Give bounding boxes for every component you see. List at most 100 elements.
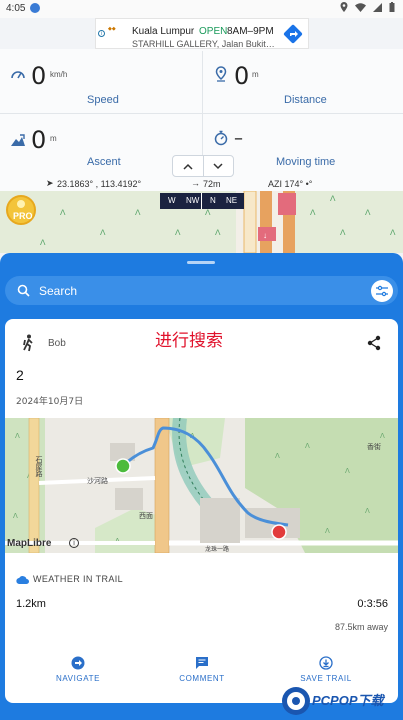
ad-title: Kuala Lumpur xyxy=(132,26,195,37)
moving-time-label: Moving time xyxy=(276,156,336,168)
gps-arrow-icon: ➤ xyxy=(46,178,54,188)
ad-address: STARHILL GALLERY, Jalan Bukit… xyxy=(132,39,275,49)
save-trail-label: SAVE TRAIL xyxy=(300,674,352,683)
svg-text:ᐱ: ᐱ xyxy=(205,208,211,217)
collapse-up-button[interactable] xyxy=(173,156,203,176)
azimuth-text: AZI 174° •° xyxy=(268,179,313,189)
expand-down-button[interactable] xyxy=(202,156,234,176)
distance-arrow-icon: → xyxy=(191,178,200,188)
search-placeholder: Search xyxy=(39,284,78,298)
speed-label: Speed xyxy=(87,94,119,106)
weather-label[interactable]: WEATHER IN TRAIL xyxy=(33,574,123,584)
svg-text:ᐱ: ᐱ xyxy=(325,528,330,535)
svg-text:ᐱ: ᐱ xyxy=(340,228,346,237)
search-bar[interactable]: Search xyxy=(5,276,398,305)
svg-text:ᐱ: ᐱ xyxy=(40,238,46,247)
map-label-ximian: 西面 xyxy=(139,513,153,520)
map-label-shiwu-road: 石屋路 xyxy=(35,456,42,477)
compass-heading-n: N xyxy=(210,196,216,205)
filter-sliders-icon xyxy=(376,285,388,297)
trail-name: 2 xyxy=(16,367,24,383)
map-label-xiangjie: 香街 xyxy=(367,444,381,451)
cloud-icon xyxy=(16,576,29,584)
distance-label: Distance xyxy=(284,94,327,106)
comment-button[interactable]: COMMENT xyxy=(174,656,230,686)
sun-icon xyxy=(17,200,25,208)
sheet-drag-handle[interactable] xyxy=(187,261,215,264)
status-bar: 4:05 xyxy=(0,0,403,18)
share-icon[interactable] xyxy=(367,335,381,351)
svg-text:ᐱ: ᐱ xyxy=(310,208,316,217)
app-notification-icon xyxy=(30,3,40,13)
svg-text:↓: ↓ xyxy=(263,231,267,240)
comment-label: COMMENT xyxy=(179,674,225,683)
trail-map-canvas: ᐱᐱᐱ ᐱᐱᐱ ᐱᐱᐱ ᐱᐱ xyxy=(5,418,398,553)
svg-text:ᐱ: ᐱ xyxy=(13,513,18,520)
signal-icon xyxy=(373,2,382,12)
svg-text:ᐱ: ᐱ xyxy=(345,468,350,475)
trail-author[interactable]: Bob xyxy=(48,338,66,349)
svg-text:ᐱ: ᐱ xyxy=(365,208,371,217)
map-pin-icon xyxy=(215,66,227,82)
ad-banner[interactable]: i ◆◆ Kuala Lumpur OPEN 8AM–9PM STARHILL … xyxy=(95,18,309,49)
pro-label: PRO xyxy=(13,211,33,221)
battery-icon xyxy=(389,2,395,12)
ascent-unit: m xyxy=(50,134,57,143)
filter-button[interactable] xyxy=(371,280,393,302)
svg-text:ᐱ: ᐱ xyxy=(100,228,106,237)
distance-to-point: 72m xyxy=(203,179,221,189)
status-time: 4:05 xyxy=(6,3,26,14)
location-icon xyxy=(340,2,348,12)
map-label-longzhu-road: 龙珠一路 xyxy=(205,547,230,553)
svg-text:ᐱ: ᐱ xyxy=(365,508,370,515)
trail-distance: 1.2km xyxy=(16,598,46,610)
svg-text:ᐱ: ᐱ xyxy=(330,194,336,203)
stopwatch-icon xyxy=(214,130,228,146)
stats-divider-horizontal xyxy=(0,113,403,114)
svg-text:ᐱ: ᐱ xyxy=(15,433,20,440)
ascent-label: Ascent xyxy=(87,156,121,168)
ad-logo-icon: ◆◆ xyxy=(108,26,116,32)
chevron-up-icon xyxy=(183,163,193,170)
compass-heading-ne: NE xyxy=(226,196,238,205)
wifi-icon xyxy=(355,2,366,12)
trail-date: 2024年10月7日 xyxy=(16,397,84,407)
distance-unit: m xyxy=(252,70,259,79)
trail-duration: 0:3:56 xyxy=(357,598,388,610)
navigate-label: NAVIGATE xyxy=(55,674,101,683)
distance-value: 0 xyxy=(234,62,250,90)
svg-text:ᐱ: ᐱ xyxy=(135,208,141,217)
navigate-button[interactable]: NAVIGATE xyxy=(50,656,106,686)
speedometer-icon xyxy=(11,71,25,79)
svg-text:ᐱ: ᐱ xyxy=(175,228,181,237)
speed-unit: km/h xyxy=(50,70,68,79)
directions-icon[interactable] xyxy=(283,24,303,44)
compass-needle xyxy=(201,193,202,209)
ascent-value: 0 xyxy=(31,126,47,154)
maplibre-attribution[interactable]: MapLibre xyxy=(7,538,51,549)
search-icon xyxy=(17,284,30,297)
ad-info-icon[interactable]: i xyxy=(98,30,105,37)
ad-open-status: OPEN xyxy=(199,26,228,37)
svg-text:ᐱ: ᐱ xyxy=(380,433,385,440)
trail-distance-away: 87.5km away xyxy=(334,622,388,632)
annotation-text: 进行搜索 xyxy=(155,331,223,351)
save-trail-button[interactable]: SAVE TRAIL xyxy=(296,656,356,686)
svg-text:ᐱ: ᐱ xyxy=(275,453,280,460)
comment-icon xyxy=(196,657,208,669)
navigate-icon xyxy=(71,656,85,670)
ad-hours: 8AM–9PM xyxy=(227,26,274,37)
chevron-down-icon xyxy=(213,162,223,169)
hiker-icon xyxy=(23,334,33,352)
compass-strip: W NW N NE xyxy=(160,193,244,209)
svg-text:ᐱ: ᐱ xyxy=(305,443,310,450)
coordinates-bar: ➤ 23.1863° , 113.4192° → 72m AZI 174° •° xyxy=(0,177,403,191)
trail-map[interactable]: ᐱᐱᐱ ᐱᐱᐱ ᐱᐱᐱ ᐱᐱ 石屋路 沙河路 龙珠一路 香 xyxy=(5,418,398,553)
map-info-icon[interactable]: i xyxy=(69,538,79,548)
pro-badge-button[interactable]: PRO xyxy=(6,195,36,225)
svg-text:ᐱ: ᐱ xyxy=(60,208,66,217)
speed-value: 0 xyxy=(31,62,47,90)
watermark-text: PCPOP下载 xyxy=(312,693,384,708)
panel-toggle xyxy=(172,155,234,177)
svg-text:ᐱ: ᐱ xyxy=(390,228,396,237)
